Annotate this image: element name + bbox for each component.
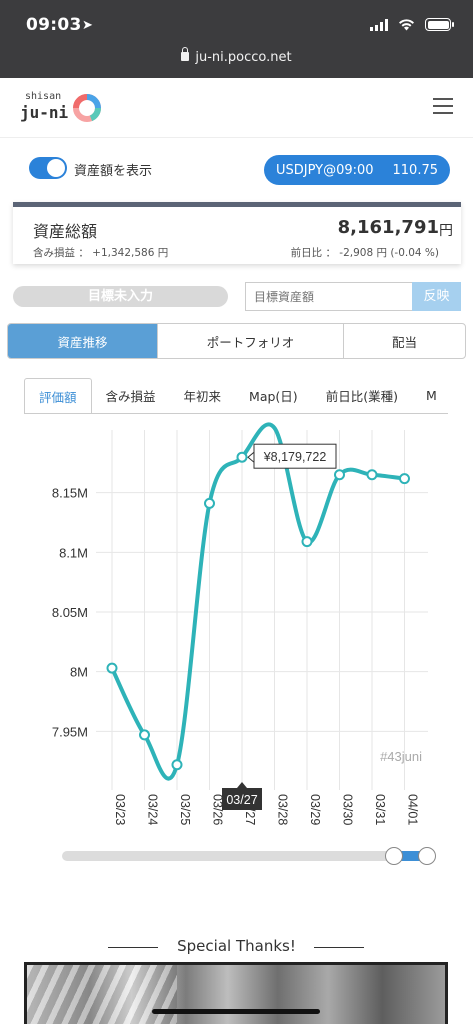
day-change: 前日比 ： -2,908 円 (-0.04 %) (290, 247, 439, 259)
logo-small-text: shisan (25, 91, 62, 102)
fx-rate-badge[interactable]: USDJPY@09:00 110.75 (264, 155, 450, 185)
x-tick-label: 03/31 (373, 794, 387, 825)
total-assets-unit: 円 (439, 223, 453, 239)
main-tabs: 資産推移 ポートフォリオ 配当 (7, 323, 466, 359)
fx-rate: 110.75 (392, 162, 439, 178)
data-point (366, 469, 378, 481)
subtab-ytd[interactable]: 年初来 (170, 378, 236, 413)
y-tick-label: 8M (70, 665, 88, 680)
x-tick-label: 03/25 (178, 794, 192, 825)
y-tick-label: 8.1M (59, 545, 88, 560)
data-point (236, 451, 248, 463)
location-arrow-icon: ➤ (82, 18, 93, 33)
data-point (399, 473, 410, 485)
battery-icon (425, 18, 454, 31)
y-tick-label: 7.95M (52, 724, 88, 739)
x-tick-label: 04/01 (406, 794, 420, 825)
url-bar[interactable]: ju-ni.pocco.net (0, 47, 473, 65)
x-tick-label: 03/30 (341, 794, 355, 825)
tab-asset-history[interactable]: 資産推移 (8, 324, 158, 358)
logo-main-text[interactable]: ju-ni (20, 103, 68, 122)
x-tick-label: 03/24 (146, 794, 160, 825)
special-thanks-heading: Special Thanks! (177, 937, 296, 955)
status-time: 09:03 (26, 15, 82, 35)
y-tick-label: 8.05M (52, 605, 88, 620)
tab-portfolio[interactable]: ポートフォリオ (158, 324, 344, 358)
subtab-more[interactable]: M (412, 378, 448, 413)
total-assets-label: 資産総額 (33, 222, 98, 241)
slider-handle-end[interactable] (418, 847, 436, 865)
chart-watermark: #43juni (380, 749, 422, 764)
signal-icon (370, 18, 388, 31)
lock-icon (181, 47, 190, 61)
subtab-valuation[interactable]: 評価額 (24, 378, 92, 413)
x-highlight-label: 03/27 (226, 793, 257, 807)
slider-handle-start[interactable] (385, 847, 403, 865)
tooltip-pointer (247, 451, 255, 464)
x-highlight-pointer (237, 782, 247, 788)
chart-sub-tabs: 評価額 含み損益 年初来 Map(日) 前日比(業種) M (24, 378, 448, 414)
url-text: ju-ni.pocco.net (195, 50, 292, 65)
display-amount-toggle[interactable] (29, 157, 67, 179)
asset-history-chart[interactable]: 7.95M 8M 8.05M 8.1M 8.15M #43juni 03/23 03/24 03… (0, 418, 473, 838)
home-indicator (152, 1009, 320, 1014)
data-point (139, 729, 150, 741)
y-tick-label: 8.15M (52, 486, 88, 501)
x-tick-label: 03/29 (308, 794, 322, 825)
tab-dividend[interactable]: 配当 (344, 324, 465, 358)
total-assets-card: 資産総額 8,161,791 円 含み損益 ： +1,342,586 円 前日比… (13, 202, 461, 264)
subtab-unrealized[interactable]: 含み損益 (92, 378, 170, 413)
x-tick-label: 03/23 (113, 794, 127, 825)
series-line (110, 422, 405, 781)
display-amount-label: 資産額を表示 (74, 164, 153, 179)
data-point (171, 759, 183, 771)
apply-goal-button[interactable]: 反映 (412, 282, 461, 311)
goal-amount-input[interactable] (245, 282, 413, 311)
cat-photo (24, 962, 448, 1024)
data-point (106, 662, 118, 674)
divider-right (314, 947, 364, 948)
slider-track (62, 851, 397, 861)
unrealized-gain: 含み損益 ： +1,342,586 円 (33, 247, 169, 259)
x-tick-label: 03/28 (276, 794, 290, 825)
data-point (334, 469, 345, 481)
wifi-icon (399, 18, 414, 30)
site-header: shisan ju-ni (0, 78, 473, 138)
subtab-day-change-sector[interactable]: 前日比(業種) (312, 378, 412, 413)
total-assets-value: 8,161,791 (337, 217, 439, 238)
date-range-slider[interactable] (62, 847, 436, 865)
data-point (204, 497, 215, 509)
data-point (301, 536, 313, 548)
fx-pair: USDJPY@09:00 (276, 162, 374, 178)
hamburger-menu-icon[interactable] (433, 98, 453, 114)
logo-ring-icon (73, 94, 102, 122)
subtab-map-day[interactable]: Map(日) (235, 378, 312, 413)
tooltip-text: ¥8,179,722 (263, 450, 327, 464)
status-bar: 09:03 ➤ ju-ni.pocco.net (0, 0, 473, 78)
status-indicators (370, 18, 454, 31)
goal-status-badge: 目標未入力 (13, 286, 228, 307)
